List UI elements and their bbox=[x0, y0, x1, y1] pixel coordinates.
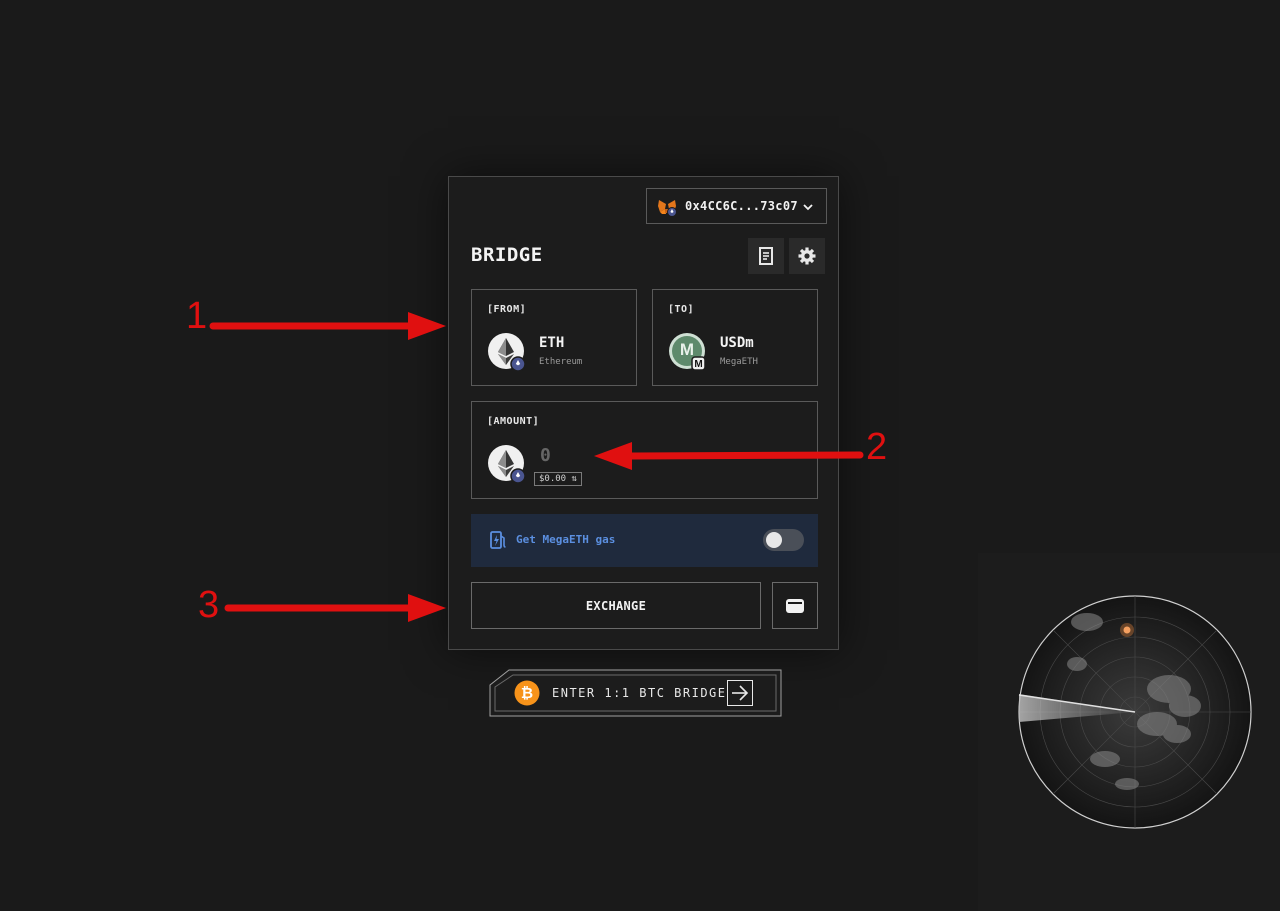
annotation-arrow-3 bbox=[224, 594, 446, 622]
annotation-arrows bbox=[209, 312, 864, 622]
annotation-arrow-1 bbox=[209, 312, 446, 340]
annotation-arrow-2 bbox=[594, 442, 864, 470]
